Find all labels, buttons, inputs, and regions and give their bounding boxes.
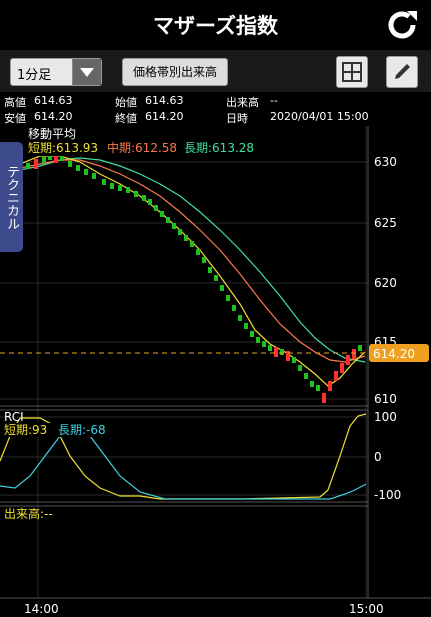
app-header: マザーズ指数 [0, 0, 431, 50]
candle [92, 173, 96, 179]
close-label: 終値 [115, 112, 137, 125]
candle [322, 393, 326, 403]
candle [76, 165, 80, 171]
period-select[interactable]: 1分足 [10, 58, 102, 86]
rci-long-value: 長期:-68 [58, 423, 106, 437]
candle [262, 341, 266, 347]
time-axis-label: 15:00 [349, 602, 384, 616]
price-chart[interactable]: 630 625 620 615 610 614.20 100 0 -100 14… [0, 126, 431, 617]
technical-tab[interactable]: テクニカル [0, 142, 23, 252]
candle [134, 191, 138, 197]
grid-button[interactable] [336, 56, 368, 88]
price-axis-label: 625 [374, 216, 397, 230]
candle [196, 249, 200, 255]
candle [334, 371, 338, 381]
draw-button[interactable] [386, 56, 418, 88]
chevron-down-icon[interactable] [72, 59, 101, 85]
rci-short-value: 短期:93 [4, 423, 47, 437]
candle [238, 315, 242, 321]
rci-axis-label: 100 [374, 410, 397, 424]
high-value: 614.63 [34, 94, 73, 107]
candle [244, 323, 248, 329]
price-axis-label: 620 [374, 276, 397, 290]
ma-title: 移動平均 [28, 127, 76, 141]
candle [232, 305, 236, 311]
candle [84, 169, 88, 175]
rci-axis-label: 0 [374, 450, 382, 464]
candle [340, 363, 344, 373]
candle [298, 365, 302, 371]
candle [68, 161, 72, 167]
candle [352, 349, 356, 359]
candle [346, 355, 350, 365]
candle [190, 241, 194, 247]
volume-profile-button[interactable]: 価格帯別出来高 [122, 58, 228, 86]
rci-title: RCI [4, 410, 24, 424]
candle [292, 357, 296, 363]
candle [148, 199, 152, 205]
candle [256, 337, 260, 343]
open-label: 始値 [115, 96, 137, 109]
open-value: 614.63 [145, 94, 184, 107]
high-label: 高値 [4, 96, 26, 109]
candle [358, 345, 362, 351]
volume-value: -- [270, 94, 278, 107]
candle [310, 381, 314, 387]
candle [154, 205, 158, 211]
candle [316, 385, 320, 391]
page-title: マザーズ指数 [153, 14, 278, 38]
date-label: 日時 [226, 112, 248, 125]
ma-long-value: 長期:613.28 [184, 141, 254, 155]
candle [226, 295, 230, 301]
close-value: 614.20 [145, 110, 184, 123]
candle [202, 257, 206, 263]
candle [274, 347, 278, 357]
candle [250, 331, 254, 337]
date-value: 2020/04/01 15:00 [270, 110, 369, 123]
candle [142, 195, 146, 201]
candle [26, 163, 30, 169]
candle [214, 275, 218, 281]
candle [184, 235, 188, 241]
low-value: 614.20 [34, 110, 73, 123]
grid-icon [342, 62, 362, 82]
candle [280, 349, 284, 355]
low-label: 安値 [4, 112, 26, 125]
candle [268, 345, 272, 351]
pencil-icon [395, 64, 410, 79]
candle [220, 285, 224, 291]
candle [178, 229, 182, 235]
time-axis-label: 14:00 [24, 602, 59, 616]
volume-label: 出来高 [226, 96, 259, 109]
rci-axis-label: -100 [374, 488, 401, 502]
candle [118, 185, 122, 191]
candle [102, 179, 106, 185]
candle [160, 211, 164, 217]
volume-panel-label: 出来高:-- [4, 506, 53, 521]
candle [110, 183, 114, 189]
refresh-icon[interactable] [385, 8, 419, 42]
ohlc-info: 高値 614.63 始値 614.63 出来高 -- 安値 614.20 終値 … [0, 92, 431, 126]
candle [166, 217, 170, 223]
candle [304, 373, 308, 379]
candle [172, 223, 176, 229]
candle [328, 381, 332, 391]
candle [208, 267, 212, 273]
current-price-value: 614.20 [373, 347, 415, 361]
price-axis-label: 630 [374, 155, 397, 169]
candle [126, 187, 130, 193]
ma-mid-value: 中期:612.58 [107, 140, 177, 155]
candle [42, 157, 46, 163]
chart-toolbar: 1分足 価格帯別出来高 [0, 50, 431, 92]
candle [34, 159, 38, 169]
price-axis-label: 610 [374, 392, 397, 406]
period-value: 1分足 [17, 68, 52, 83]
ma-short-value: 短期:613.93 [28, 141, 98, 155]
